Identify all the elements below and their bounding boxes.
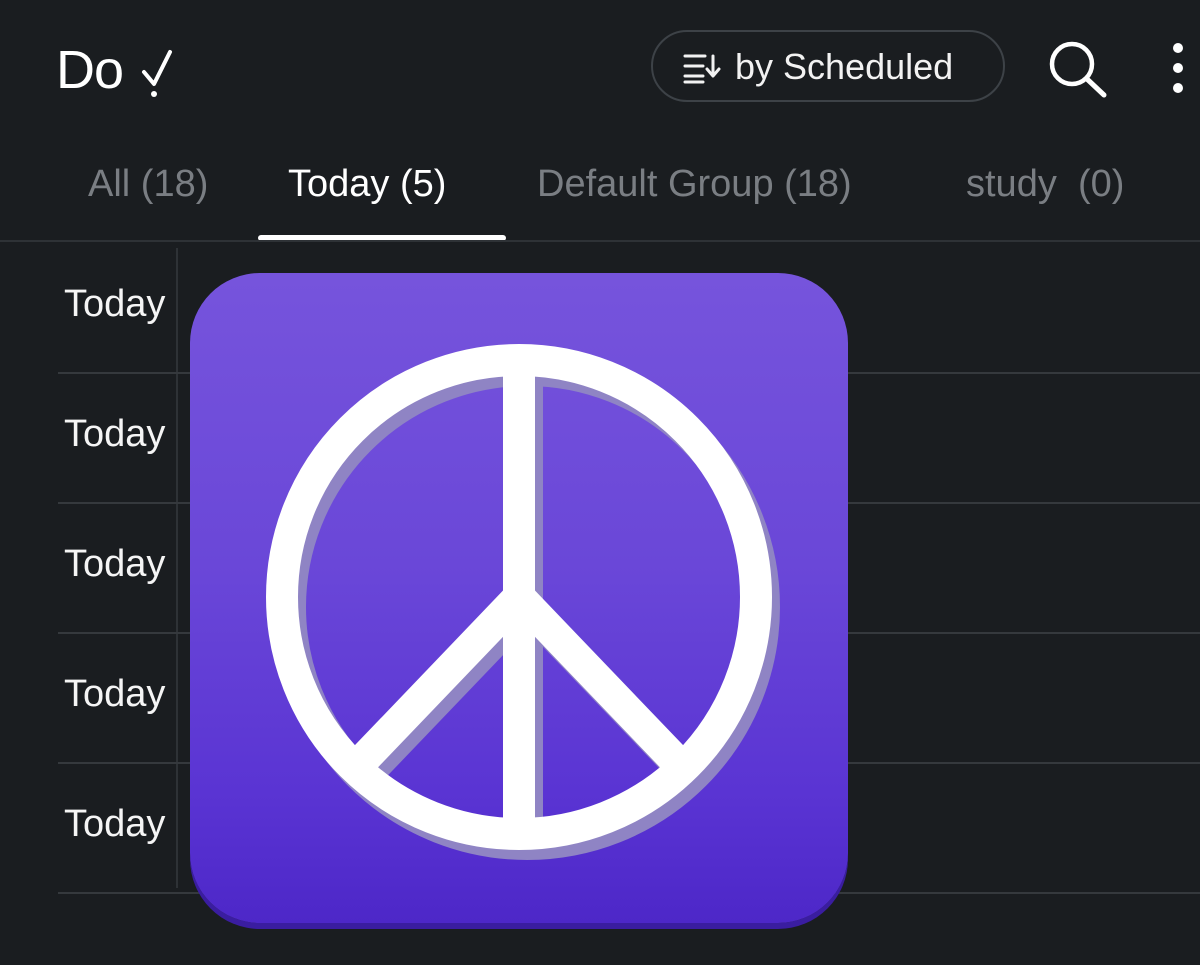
app-title: Do (56, 38, 172, 102)
peace-app-icon (190, 273, 848, 923)
tab-bar: All (18) Today (5) Default Group (18) st… (0, 150, 1200, 241)
sort-label: by Scheduled (735, 46, 954, 87)
date-label: Today (64, 543, 166, 585)
checkmark-icon (142, 50, 172, 97)
sort-button[interactable]: by Scheduled (651, 30, 1005, 102)
more-vertical-icon (1173, 43, 1183, 93)
date-label: Today (64, 673, 166, 715)
date-label: Today (64, 803, 166, 845)
search-icon (1049, 41, 1107, 98)
date-label: Today (64, 283, 166, 325)
sort-descending-icon (683, 54, 721, 84)
tabs-divider (0, 240, 1200, 242)
tab-all[interactable]: All (18) (88, 160, 208, 208)
more-options-button[interactable] (1166, 40, 1190, 96)
tab-today[interactable]: Today (5) (288, 160, 446, 208)
app-title-text: Do (56, 40, 124, 100)
tab-default-group[interactable]: Default Group (18) (537, 160, 852, 208)
date-label: Today (64, 413, 166, 455)
tab-study[interactable]: study (0) (966, 160, 1124, 208)
search-button[interactable] (1046, 38, 1112, 100)
peace-sign-icon (266, 344, 780, 860)
